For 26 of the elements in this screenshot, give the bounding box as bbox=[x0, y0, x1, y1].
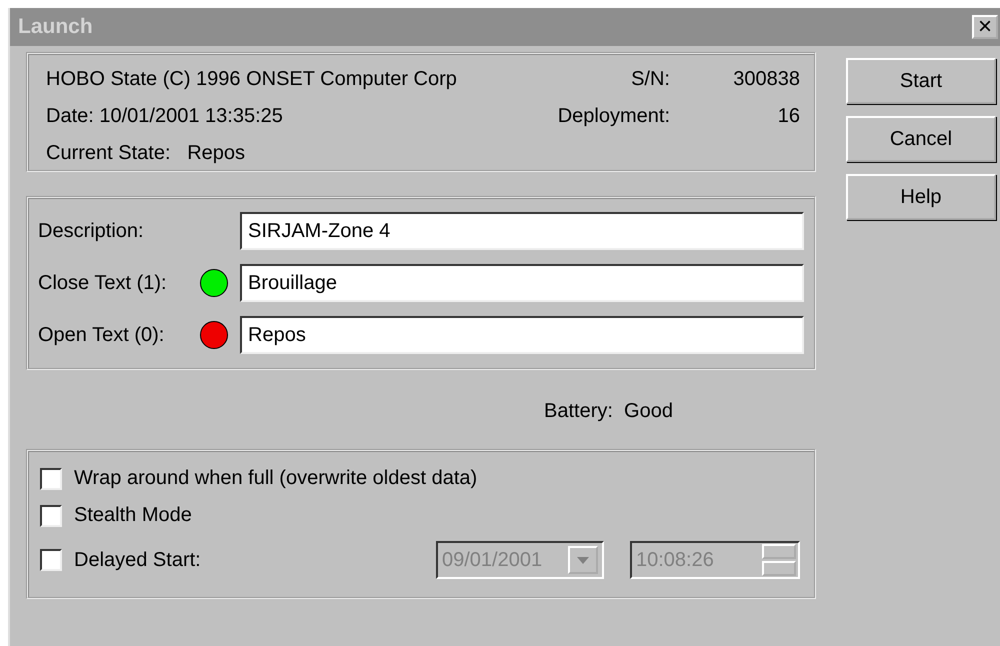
checkbox[interactable] bbox=[40, 468, 62, 490]
close-button[interactable]: × bbox=[972, 15, 998, 39]
dropdown-arrow-icon bbox=[577, 556, 589, 564]
option-label: Wrap around when full (overwrite oldest data) bbox=[74, 467, 478, 490]
state-text: Current State: Repos bbox=[46, 142, 246, 165]
dialog-button[interactable]: Start bbox=[846, 58, 996, 104]
dialog-button[interactable]: Help bbox=[846, 174, 996, 220]
text-field[interactable]: Brouillage bbox=[240, 264, 804, 302]
checkbox[interactable] bbox=[40, 504, 62, 526]
field-label: Close Text (1): bbox=[38, 272, 168, 294]
date-text: Date: 10/01/2001 13:35:25 bbox=[46, 105, 284, 128]
sn-value: 300838 bbox=[732, 68, 800, 91]
text-field[interactable]: SIRJAM-Zone 4 bbox=[240, 212, 804, 250]
text-field[interactable]: Repos bbox=[240, 316, 804, 354]
window-title: Launch bbox=[18, 15, 93, 39]
header-text: HOBO State (C) 1996 ONSET Computer Corp bbox=[46, 68, 458, 91]
option-label: Stealth Mode bbox=[74, 504, 192, 527]
field-label: Open Text (0): bbox=[38, 324, 166, 346]
field-label: Description: bbox=[38, 220, 145, 242]
option-label: Delayed Start: bbox=[74, 548, 201, 572]
deployment-value: 16 bbox=[776, 105, 800, 128]
battery-status: Battery: Good bbox=[544, 400, 673, 423]
dialog-button[interactable]: Cancel bbox=[846, 116, 996, 162]
checkbox[interactable] bbox=[40, 549, 62, 571]
sn-label: S/N: bbox=[630, 68, 670, 91]
deployment-label: Deployment: bbox=[558, 105, 670, 128]
